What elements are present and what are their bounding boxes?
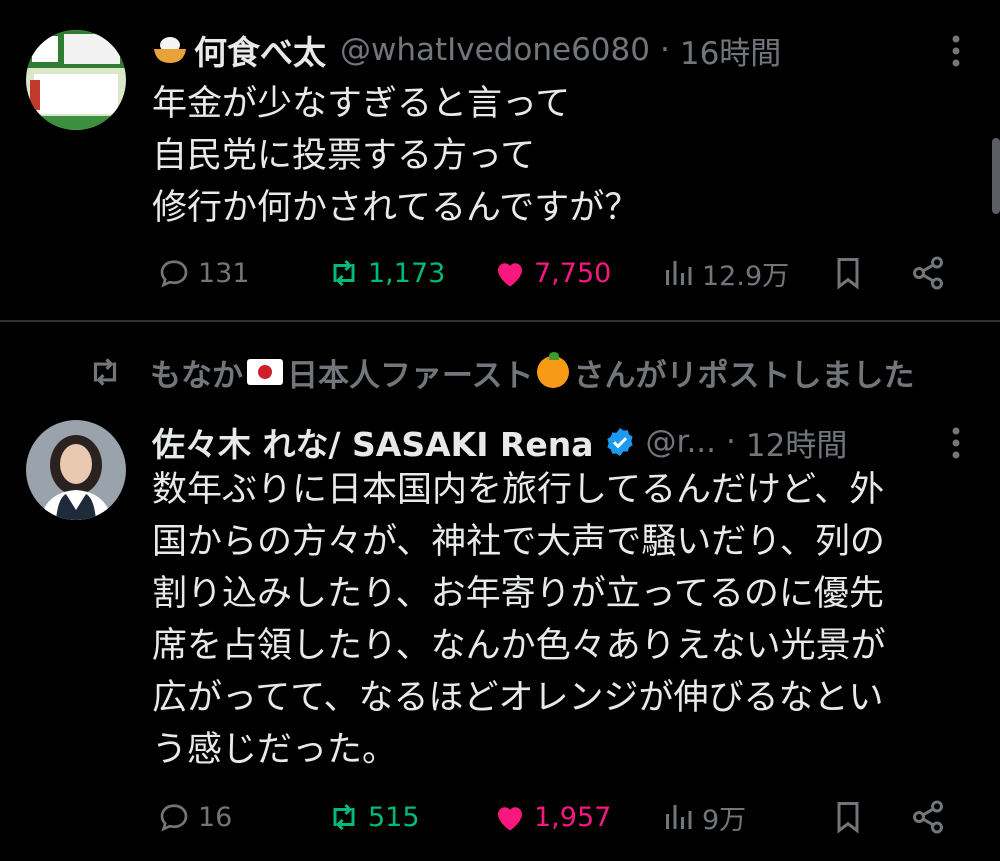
like-count: 1,957 xyxy=(534,801,612,833)
reposter-name: もなか xyxy=(150,357,243,394)
tweet-header: 何食べ太 @whatIvedone6080 · 16時間 xyxy=(152,26,781,74)
like-button[interactable]: 1,957 xyxy=(492,792,611,842)
repost-count: 515 xyxy=(368,801,420,833)
bookmark-button[interactable] xyxy=(830,792,872,842)
reply-count: 131 xyxy=(198,257,250,289)
avatar[interactable] xyxy=(26,420,126,520)
timestamp[interactable]: 16時間 xyxy=(680,28,781,73)
view-count: 12.9万 xyxy=(702,260,790,292)
views-icon xyxy=(666,261,692,285)
repost-icon xyxy=(333,803,355,831)
repost-label: さんがリポストしました xyxy=(573,357,915,394)
share-icon xyxy=(913,800,943,834)
avatar[interactable] xyxy=(26,30,126,130)
views-button[interactable]: 9万 xyxy=(660,792,746,842)
user-handle[interactable]: @whatIvedone6080 xyxy=(340,32,650,68)
action-bar: 131 1,173 7,750 12.9万 xyxy=(150,248,960,298)
like-count: 7,750 xyxy=(534,257,612,289)
like-button[interactable]: 7,750 xyxy=(492,248,611,298)
tweet-text: 数年ぶりに日本国内を旅行してるんだけど、外 国からの方々が、神社で大声で騒いだり… xyxy=(152,470,886,770)
share-button[interactable] xyxy=(910,248,952,298)
orange-icon xyxy=(537,352,570,388)
more-icon[interactable] xyxy=(950,34,962,76)
views-button[interactable]: 12.9万 xyxy=(660,248,789,298)
scrollbar[interactable] xyxy=(992,138,1000,214)
repost-button[interactable]: 515 xyxy=(326,792,420,842)
repost-icon xyxy=(333,259,355,287)
bookmark-icon xyxy=(837,802,859,834)
views-icon xyxy=(666,805,692,829)
separator-dot: · xyxy=(726,424,736,460)
repost-icon xyxy=(93,358,117,386)
tweet-1[interactable]: 何食べ太 @whatIvedone6080 · 16時間 年金が少なすぎると言っ… xyxy=(0,0,1000,320)
user-handle[interactable]: @r... xyxy=(646,424,716,460)
repost-banner[interactable]: もなか 日本人ファースト さんがリポストしました xyxy=(86,348,914,396)
bowl-icon xyxy=(152,35,188,65)
display-name[interactable]: 佐々木 れな/ SASAKI Rena xyxy=(152,418,594,466)
reply-button[interactable]: 131 xyxy=(156,248,250,298)
reply-icon xyxy=(160,804,188,832)
reply-count: 16 xyxy=(198,801,233,833)
tweet-header: 佐々木 れな/ SASAKI Rena @r... · 12時間 xyxy=(152,418,847,466)
display-name[interactable]: 何食べ太 xyxy=(194,26,326,74)
verified-icon xyxy=(606,428,633,456)
repost-banner-text: もなか 日本人ファースト さんがリポストしました xyxy=(150,350,914,395)
japan-flag-icon xyxy=(247,359,283,385)
repost-count: 1,173 xyxy=(368,257,446,289)
reposter-name-middle: 日本人ファースト xyxy=(287,357,534,394)
share-button[interactable] xyxy=(910,792,952,842)
tweet-text: 年金が少なすぎると言って 自民党に投票する方って 修行か何かされてるんですが？ xyxy=(152,84,640,228)
more-icon[interactable] xyxy=(950,426,962,468)
heart-icon xyxy=(498,263,522,287)
reply-button[interactable]: 16 xyxy=(156,792,232,842)
repost-button[interactable]: 1,173 xyxy=(326,248,445,298)
action-bar: 16 515 1,957 9万 xyxy=(150,792,960,842)
bookmark-button[interactable] xyxy=(830,248,872,298)
reply-icon xyxy=(160,260,188,288)
share-icon xyxy=(913,256,943,290)
separator-dot: · xyxy=(659,32,670,68)
timestamp[interactable]: 12時間 xyxy=(746,420,847,465)
bookmark-icon xyxy=(837,258,859,290)
heart-icon xyxy=(498,807,522,831)
view-count: 9万 xyxy=(702,804,747,836)
